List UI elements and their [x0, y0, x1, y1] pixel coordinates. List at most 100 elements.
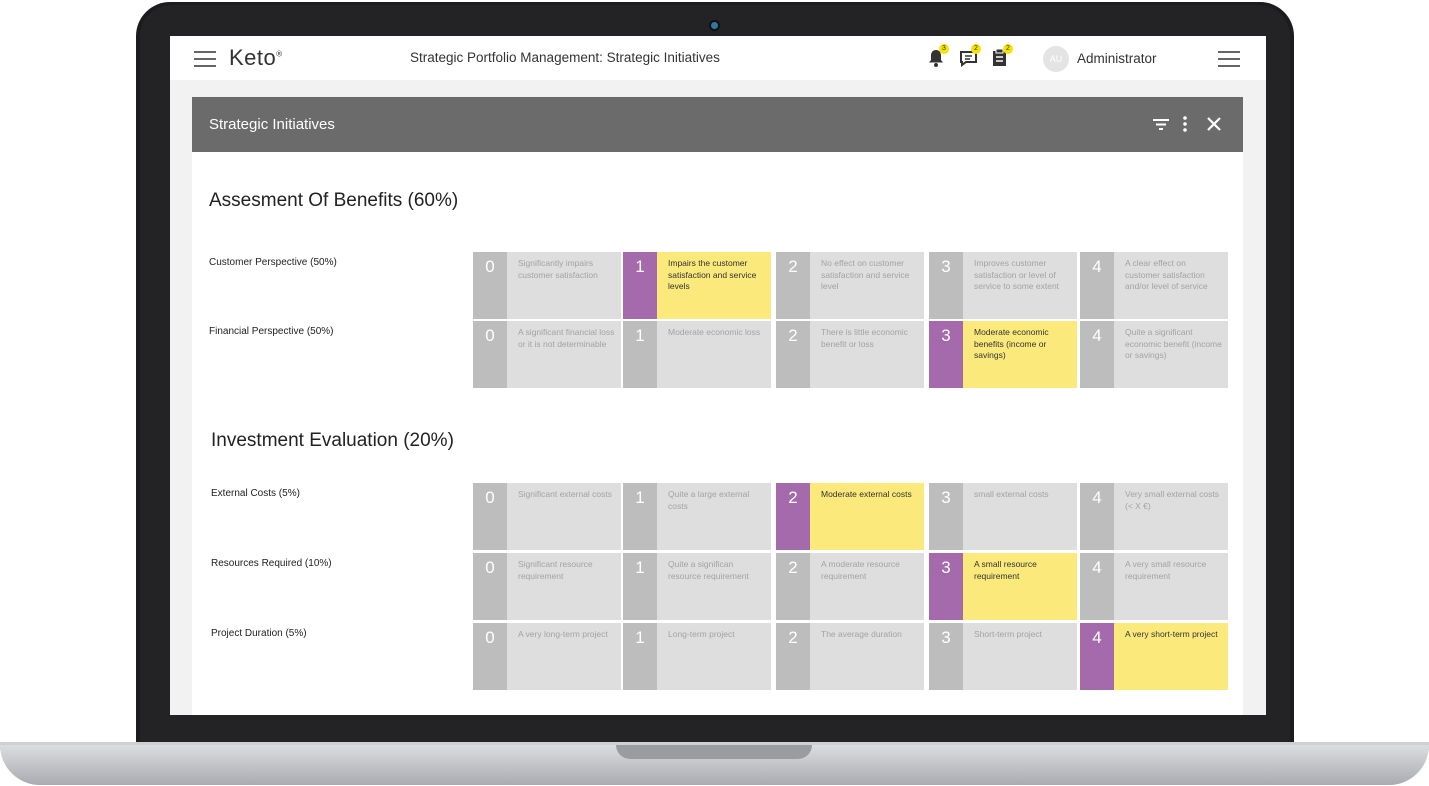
score-number: 2: [776, 623, 810, 690]
score-description: The average duration: [821, 629, 902, 639]
score-number: 1: [623, 483, 657, 550]
score-description: Quite a large external costs: [668, 489, 750, 511]
screen: Keto® Strategic Portfolio Management: St…: [170, 36, 1266, 715]
criterion-label: Financial Perspective (50%): [209, 326, 334, 337]
laptop-notch: [616, 745, 812, 759]
score-number: 4: [1080, 623, 1114, 690]
score-option[interactable]: 1 Moderate economic loss: [623, 321, 771, 388]
score-option[interactable]: 0 A significant financial loss or it is n…: [473, 321, 621, 388]
score-description: Significant resource requirement: [518, 559, 593, 581]
score-option[interactable]: 0 Significant external costs: [473, 483, 621, 550]
score-option[interactable]: 0 A very long-term project: [473, 623, 621, 690]
score-number: 1: [623, 252, 657, 319]
score-number: 0: [473, 252, 507, 319]
score-description: Significant external costs: [518, 489, 613, 499]
score-option[interactable]: 1 Long-term project: [623, 623, 771, 690]
score-description: Moderate economic loss: [668, 327, 761, 337]
messages-icon[interactable]: 2: [959, 44, 981, 70]
filter-icon[interactable]: [1152, 114, 1172, 134]
app-logo[interactable]: Keto®: [229, 45, 283, 71]
score-description: A small resource requirement: [974, 559, 1037, 581]
score-description: A moderate resource requirement: [821, 559, 900, 581]
score-option[interactable]: 0 Significantly impairs customer satisfac…: [473, 252, 621, 319]
score-description: Impairs the customer satisfaction and se…: [668, 258, 757, 291]
score-number: 3: [929, 321, 963, 388]
score-option-selected[interactable]: 3 A small resource requirement: [929, 553, 1077, 620]
messages-badge: 2: [971, 44, 981, 54]
score-number: 3: [929, 252, 963, 319]
score-description: Moderate external costs: [821, 489, 912, 499]
score-number: 2: [776, 252, 810, 319]
score-description: A clear effect on customer satisfaction …: [1125, 258, 1208, 291]
criterion-label: External Costs (5%): [211, 488, 300, 499]
score-number: 1: [623, 553, 657, 620]
score-option[interactable]: 4 A clear effect on customer satisfaction…: [1080, 252, 1228, 319]
score-number: 2: [776, 553, 810, 620]
score-description: A very long-term project: [518, 629, 608, 639]
bell-icon[interactable]: 3: [927, 44, 949, 70]
menu-icon[interactable]: [194, 51, 216, 67]
score-number: 4: [1080, 483, 1114, 550]
score-option[interactable]: 1 Quite a large external costs: [623, 483, 771, 550]
score-number: 0: [473, 483, 507, 550]
score-option[interactable]: 0 Significant resource requirement: [473, 553, 621, 620]
score-description: Significantly impairs customer satisfact…: [518, 258, 598, 280]
score-option[interactable]: 2 There is little economic benefit or los…: [776, 321, 924, 388]
camera-dot: [711, 22, 718, 29]
avatar[interactable]: AU: [1043, 46, 1069, 72]
criterion-label: Customer Perspective (50%): [209, 257, 337, 268]
bell-badge: 3: [939, 44, 949, 54]
score-number: 2: [776, 321, 810, 388]
section-title: Investment Evaluation (20%): [211, 430, 454, 451]
score-number: 3: [929, 483, 963, 550]
score-option[interactable]: 4 Quite a significant economic benefit (i…: [1080, 321, 1228, 388]
clipboard-icon[interactable]: 2: [991, 44, 1013, 70]
score-description: Moderate economic benefits (income or sa…: [974, 327, 1049, 360]
score-description: Improves customer satisfaction or level …: [974, 258, 1060, 291]
score-description: Long-term project: [668, 629, 735, 639]
page-title: Strategic Portfolio Management: Strategi…: [410, 50, 720, 65]
score-number: 4: [1080, 252, 1114, 319]
score-description: small external costs: [974, 489, 1049, 499]
user-name[interactable]: Administrator: [1077, 51, 1157, 66]
panel-header: Strategic Initiatives: [192, 97, 1243, 152]
score-description: A very short-term project: [1125, 629, 1218, 639]
score-option[interactable]: 4 Very small external costs (< X €): [1080, 483, 1228, 550]
score-option[interactable]: 4 A very small resource requirement: [1080, 553, 1228, 620]
score-description: Quite a significan resource requirement: [668, 559, 749, 581]
score-option-selected[interactable]: 1 Impairs the customer satisfaction and s…: [623, 252, 771, 319]
criterion-label: Resources Required (10%): [211, 558, 332, 569]
score-number: 1: [623, 321, 657, 388]
score-description: No effect on customer satisfaction and s…: [821, 258, 910, 291]
score-option[interactable]: 3 Improves customer satisfaction or level…: [929, 252, 1077, 319]
score-description: Very small external costs (< X €): [1125, 489, 1220, 511]
score-option-selected[interactable]: 4 A very short-term project: [1080, 623, 1228, 690]
score-option-selected[interactable]: 3 Moderate economic benefits (income or s…: [929, 321, 1077, 388]
score-option-selected[interactable]: 2 Moderate external costs: [776, 483, 924, 550]
score-number: 2: [776, 483, 810, 550]
section-title: Assesment Of Benefits (60%): [209, 190, 459, 211]
panel-title: Strategic Initiatives: [209, 116, 335, 133]
more-vertical-icon[interactable]: [1180, 114, 1200, 134]
score-option[interactable]: 2 The average duration: [776, 623, 924, 690]
score-option[interactable]: 3 small external costs: [929, 483, 1077, 550]
score-option[interactable]: 3 Short-term project: [929, 623, 1077, 690]
score-option[interactable]: 2 No effect on customer satisfaction and …: [776, 252, 924, 319]
score-number: 0: [473, 553, 507, 620]
score-description: A significant financial loss or it is no…: [518, 327, 615, 349]
score-option[interactable]: 1 Quite a significan resource requirement: [623, 553, 771, 620]
score-number: 3: [929, 623, 963, 690]
score-number: 0: [473, 623, 507, 690]
score-number: 4: [1080, 553, 1114, 620]
close-icon[interactable]: [1204, 114, 1224, 134]
score-number: 0: [473, 321, 507, 388]
score-option[interactable]: 2 A moderate resource requirement: [776, 553, 924, 620]
score-number: 3: [929, 553, 963, 620]
criterion-label: Project Duration (5%): [211, 628, 307, 639]
top-bar: Keto® Strategic Portfolio Management: St…: [170, 36, 1266, 80]
options-menu-icon[interactable]: [1218, 51, 1240, 67]
score-number: 1: [623, 623, 657, 690]
strategic-initiatives-panel: Strategic Initiatives Assesment Of Benef…: [192, 97, 1243, 715]
tasks-badge: 2: [1003, 44, 1013, 54]
score-description: A very small resource requirement: [1125, 559, 1207, 581]
